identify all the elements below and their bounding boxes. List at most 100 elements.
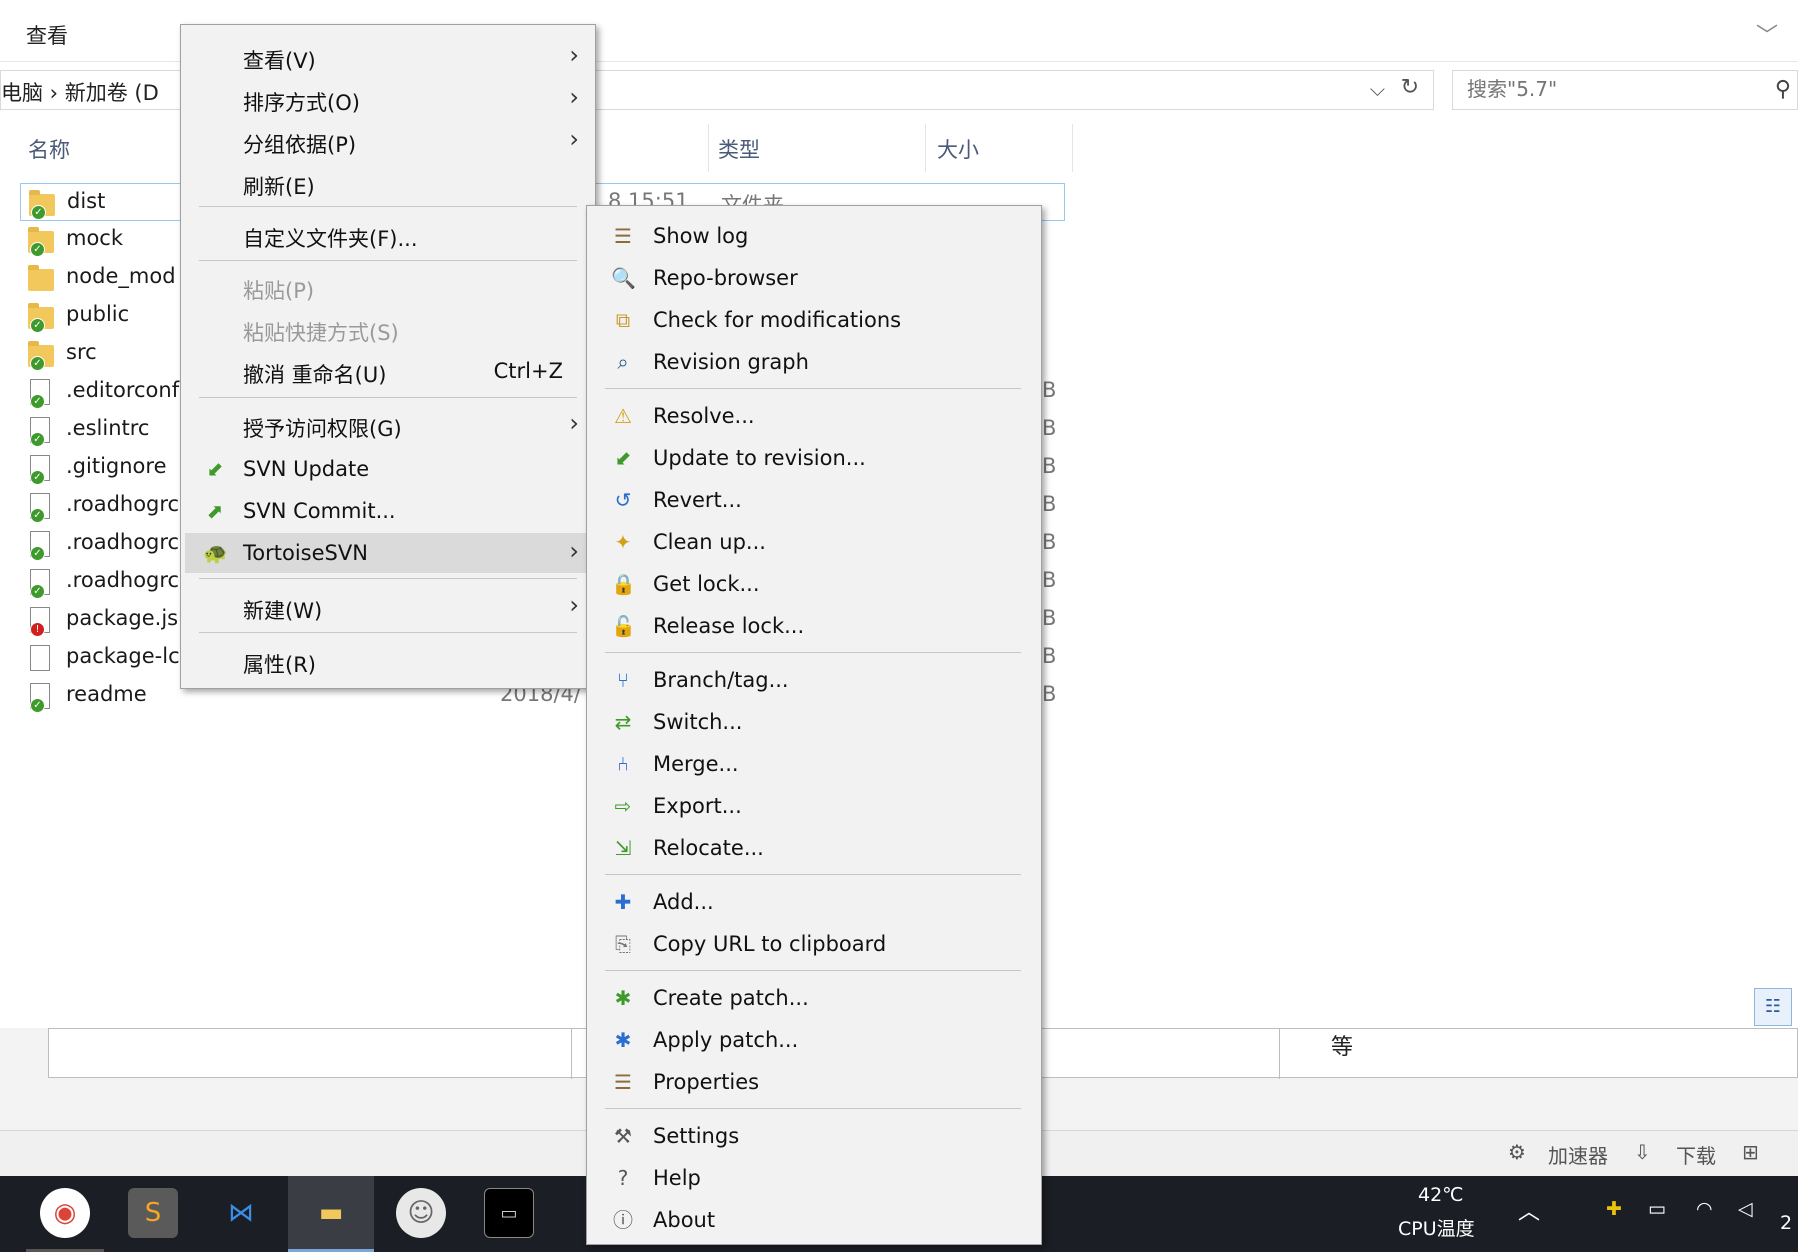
- menu-item-g[interactable]: 授予访问权限(G) ›: [185, 405, 591, 445]
- menu-item-resolve[interactable]: ⚠ Resolve...: [591, 396, 1037, 436]
- menu-item-repo-browser[interactable]: 🔍 Repo-browser: [591, 258, 1037, 298]
- menu-item-switch[interactable]: ⇄ Switch...: [591, 702, 1037, 742]
- sublime-icon[interactable]: S: [128, 1188, 178, 1238]
- refresh-icon[interactable]: ↻: [1401, 75, 1419, 100]
- chevron-right-icon: ›: [569, 591, 579, 619]
- menu-item-label: Settings: [653, 1124, 740, 1148]
- menu-item-revision-graph[interactable]: ⌕ Revision graph: [591, 342, 1037, 382]
- battery-icon[interactable]: ▭: [1648, 1198, 1666, 1220]
- explorer-icon[interactable]: ▬: [306, 1188, 356, 1238]
- chevron-up-icon[interactable]: ︿: [1518, 1194, 1540, 1226]
- column-divider[interactable]: [925, 124, 926, 172]
- chevron-down-icon[interactable]: ﹀: [1756, 18, 1778, 50]
- menu-item-p[interactable]: 粘贴(P): [185, 267, 591, 307]
- menu-item-help[interactable]: ? Help: [591, 1158, 1037, 1198]
- clock[interactable]: 2: [1780, 1212, 1792, 1234]
- apply-patch-icon: ✱: [614, 1028, 632, 1052]
- menu-item-v[interactable]: 查看(V) ›: [185, 37, 591, 77]
- menu-item-label: Show log: [653, 224, 749, 248]
- folder-icon: ✓: [29, 190, 55, 220]
- search-input[interactable]: [1467, 77, 1747, 101]
- menu-item-branch-tag[interactable]: ⑂ Branch/tag...: [591, 660, 1037, 700]
- tab-view[interactable]: 查看: [26, 20, 68, 50]
- copy-url-icon: ⎘: [615, 932, 631, 956]
- rocket-icon[interactable]: ⚙: [1508, 1140, 1526, 1164]
- file-icon: ✓: [28, 379, 52, 409]
- menu-item-properties[interactable]: ☰ Properties: [591, 1062, 1037, 1102]
- column-size[interactable]: 大小: [937, 134, 979, 164]
- menu-item-settings[interactable]: ⚒ Settings: [591, 1116, 1037, 1156]
- details-view-icon[interactable]: ☷: [1754, 988, 1792, 1026]
- menu-item-s[interactable]: 粘贴快捷方式(S): [185, 309, 591, 349]
- column-type[interactable]: 类型: [718, 134, 760, 164]
- menu-item-e[interactable]: 刷新(E): [185, 163, 591, 203]
- menu-item-apply-patch[interactable]: ✱ Apply patch...: [591, 1020, 1037, 1060]
- security-icon[interactable]: ✚: [1606, 1198, 1622, 1220]
- menu-separator: [199, 206, 577, 207]
- column-divider[interactable]: [708, 124, 709, 172]
- menu-item-o[interactable]: 排序方式(O) ›: [185, 79, 591, 119]
- menu-item-clean-up[interactable]: ✦ Clean up...: [591, 522, 1037, 562]
- file-name: readme: [66, 682, 147, 706]
- address-dropdown-icon[interactable]: ⌵: [1370, 77, 1385, 101]
- cleanup-icon: ✦: [614, 530, 632, 554]
- menu-item-copy-url-to-clipboard[interactable]: ⎘ Copy URL to clipboard: [591, 924, 1037, 964]
- menu-item-label: About: [653, 1208, 716, 1232]
- search-icon[interactable]: ⚲: [1775, 77, 1791, 102]
- menu-item-label: Properties: [653, 1070, 760, 1094]
- menu-item-about[interactable]: ⓘ About: [591, 1200, 1037, 1240]
- menu-item-svn-commit[interactable]: ⬈ SVN Commit...: [185, 491, 591, 531]
- download-label[interactable]: 下载: [1676, 1140, 1716, 1169]
- menu-item-w[interactable]: 新建(W) ›: [185, 587, 591, 627]
- table-cell-text: 等: [1331, 1035, 1354, 1060]
- breadcrumb[interactable]: 电脑 › 新加卷 (D: [1, 77, 159, 107]
- menu-item-update-to-revision[interactable]: ⬋ Update to revision...: [591, 438, 1037, 478]
- vscode-icon[interactable]: ⋈: [216, 1188, 266, 1238]
- wifi-icon[interactable]: ◠: [1696, 1198, 1713, 1220]
- check-modifications-icon: ⧉: [615, 308, 631, 332]
- download-icon[interactable]: ⇩: [1634, 1140, 1651, 1164]
- terminal-icon[interactable]: ▭: [484, 1188, 534, 1238]
- volume-icon[interactable]: ◁: [1738, 1198, 1753, 1220]
- file-size: B: [1042, 492, 1057, 516]
- file-name: .roadhogrc: [66, 492, 180, 516]
- menu-item-export[interactable]: ⇨ Export...: [591, 786, 1037, 826]
- menu-item-label: Update to revision...: [653, 446, 866, 470]
- menu-item-p[interactable]: 分组依据(P) ›: [185, 121, 591, 161]
- menu-item-label: 查看(V): [243, 49, 316, 73]
- file-name: public: [66, 302, 130, 326]
- menu-item-label: Relocate...: [653, 836, 764, 860]
- menu-item-add[interactable]: ✚ Add...: [591, 882, 1037, 922]
- menu-item-u[interactable]: 撤消 重命名(U) Ctrl+Z: [185, 351, 591, 391]
- menu-separator: [605, 970, 1021, 971]
- menu-item-label: 撤消 重命名(U): [243, 363, 387, 387]
- menu-item-label: Get lock...: [653, 572, 760, 596]
- column-name[interactable]: 名称: [28, 134, 70, 164]
- menu-item-svn-update[interactable]: ⬋ SVN Update: [185, 449, 591, 489]
- menu-item-f[interactable]: 自定义文件夹(F)...: [185, 215, 591, 255]
- menu-item-check-for-modifications[interactable]: ⧉ Check for modifications: [591, 300, 1037, 340]
- file-size: B: [1042, 530, 1057, 554]
- chrome-icon[interactable]: ◉: [40, 1188, 90, 1238]
- menu-item-label: 新建(W): [243, 599, 323, 623]
- accelerator-label[interactable]: 加速器: [1548, 1140, 1608, 1169]
- menu-item-label: Add...: [653, 890, 714, 914]
- menu-item-merge[interactable]: ⑃ Merge...: [591, 744, 1037, 784]
- add-icon: ✚: [614, 890, 632, 914]
- folder-icon: ✓: [28, 227, 54, 257]
- menu-item-show-log[interactable]: ☰ Show log: [591, 216, 1037, 256]
- search-box[interactable]: ⚲: [1452, 70, 1798, 110]
- menu-item-r[interactable]: 属性(R): [185, 641, 591, 681]
- menu-item-tortoisesvn[interactable]: 🐢 TortoiseSVN ›: [185, 533, 591, 573]
- file-name: .eslintrc: [66, 416, 150, 440]
- menu-item-revert[interactable]: ↺ Revert...: [591, 480, 1037, 520]
- file-name: .editorconf: [66, 378, 180, 402]
- menu-item-create-patch[interactable]: ✱ Create patch...: [591, 978, 1037, 1018]
- menu-item-release-lock[interactable]: 🔓 Release lock...: [591, 606, 1037, 646]
- menu-item-get-lock[interactable]: 🔒 Get lock...: [591, 564, 1037, 604]
- menu-item-relocate[interactable]: ⇲ Relocate...: [591, 828, 1037, 868]
- about-icon: ⓘ: [613, 1208, 633, 1232]
- add-tab-icon[interactable]: ⊞: [1742, 1140, 1759, 1164]
- app-avatar-icon[interactable]: ☺: [396, 1188, 446, 1238]
- column-divider[interactable]: [1072, 124, 1073, 172]
